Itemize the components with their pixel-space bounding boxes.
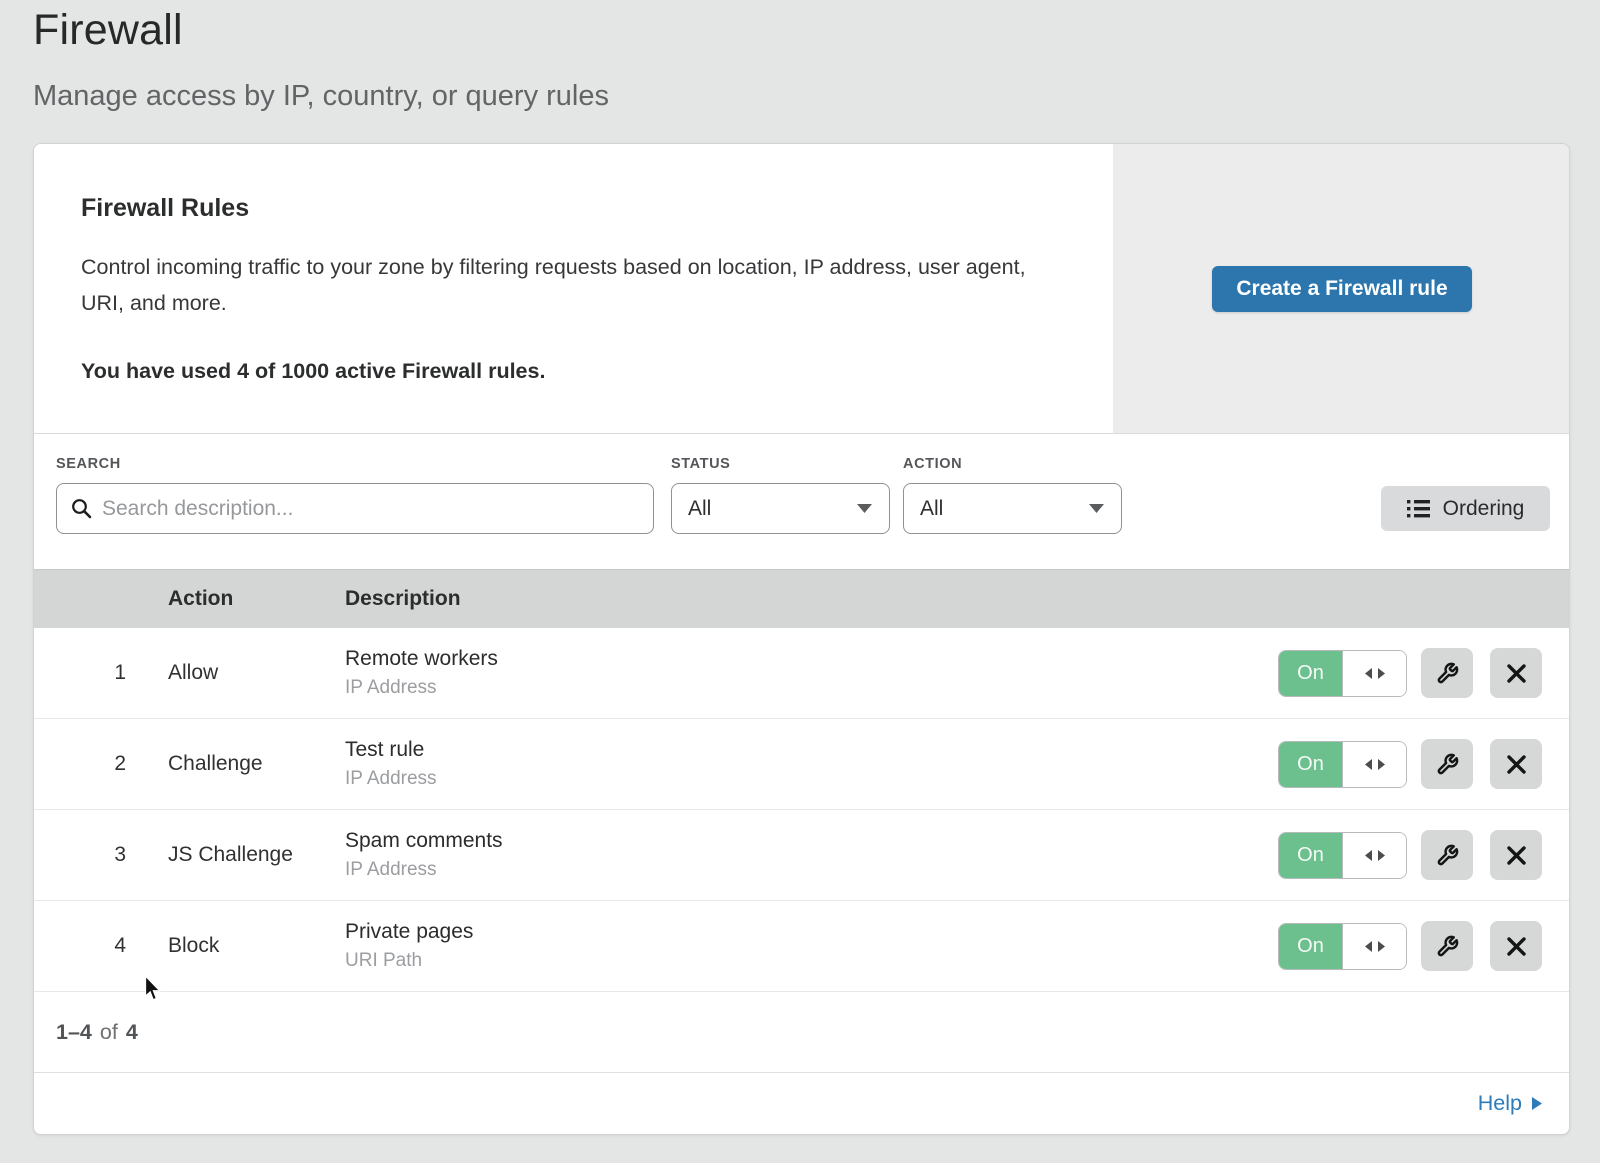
search-label: SEARCH bbox=[56, 456, 121, 472]
rule-description: Spam comments IP Address bbox=[345, 829, 503, 881]
help-link-label: Help bbox=[1478, 1091, 1522, 1116]
rule-action: Challenge bbox=[168, 752, 263, 776]
rule-action: Block bbox=[168, 934, 219, 958]
rule-status-toggle[interactable]: On bbox=[1278, 650, 1407, 697]
rule-match-field: IP Address bbox=[345, 859, 503, 881]
close-icon bbox=[1506, 845, 1527, 866]
rule-status-toggle[interactable]: On bbox=[1278, 832, 1407, 879]
wrench-icon bbox=[1436, 844, 1459, 867]
edit-rule-button[interactable] bbox=[1421, 921, 1473, 971]
edit-rule-button[interactable] bbox=[1421, 739, 1473, 789]
table-row: 4 Block Private pages URI Path On bbox=[34, 901, 1569, 992]
toggle-on-segment[interactable]: On bbox=[1279, 924, 1343, 969]
firewall-rules-card: Firewall Rules Control incoming traffic … bbox=[33, 143, 1570, 1135]
overview-usage-text: You have used 4 of 1000 active Firewall … bbox=[81, 359, 1053, 384]
left-right-arrows-icon bbox=[1364, 758, 1386, 771]
rule-status-toggle[interactable]: On bbox=[1278, 741, 1407, 788]
action-select-value: All bbox=[920, 497, 943, 521]
toggle-drag-handle[interactable] bbox=[1343, 924, 1406, 969]
delete-rule-button[interactable] bbox=[1490, 921, 1542, 971]
rule-status-toggle[interactable]: On bbox=[1278, 923, 1407, 970]
chevron-down-icon bbox=[1088, 503, 1105, 514]
pagination-range: 1–4 bbox=[56, 1020, 92, 1045]
toggle-drag-handle[interactable] bbox=[1343, 833, 1406, 878]
rule-description-title: Spam comments bbox=[345, 829, 503, 853]
status-select-value: All bbox=[688, 497, 711, 521]
edit-rule-button[interactable] bbox=[1421, 648, 1473, 698]
column-header-action: Action bbox=[168, 587, 233, 611]
wrench-icon bbox=[1436, 662, 1459, 685]
edit-rule-button[interactable] bbox=[1421, 830, 1473, 880]
pagination: 1–4 of 4 bbox=[34, 992, 1569, 1073]
card-footer: Help bbox=[34, 1073, 1569, 1133]
left-right-arrows-icon bbox=[1364, 940, 1386, 953]
rule-description: Private pages URI Path bbox=[345, 920, 473, 972]
create-firewall-rule-button[interactable]: Create a Firewall rule bbox=[1212, 266, 1471, 312]
toggle-on-segment[interactable]: On bbox=[1279, 742, 1343, 787]
help-link[interactable]: Help bbox=[1478, 1091, 1543, 1116]
rule-match-field: IP Address bbox=[345, 768, 437, 790]
table-header: Action Description bbox=[34, 569, 1569, 628]
search-field[interactable] bbox=[56, 483, 654, 534]
toggle-on-segment[interactable]: On bbox=[1279, 833, 1343, 878]
rule-description-title: Remote workers bbox=[345, 647, 498, 671]
rule-controls: On bbox=[1278, 739, 1542, 789]
rule-priority: 2 bbox=[96, 752, 126, 776]
close-icon bbox=[1506, 663, 1527, 684]
overview-section: Firewall Rules Control incoming traffic … bbox=[34, 144, 1569, 433]
status-select[interactable]: All bbox=[671, 483, 890, 534]
delete-rule-button[interactable] bbox=[1490, 830, 1542, 880]
ordering-button-label: Ordering bbox=[1443, 497, 1525, 521]
action-select[interactable]: All bbox=[903, 483, 1122, 534]
rule-match-field: URI Path bbox=[345, 950, 473, 972]
close-icon bbox=[1506, 936, 1527, 957]
rule-controls: On bbox=[1278, 830, 1542, 880]
chevron-down-icon bbox=[856, 503, 873, 514]
page-title: Firewall bbox=[33, 6, 183, 55]
action-label: ACTION bbox=[903, 456, 962, 472]
ordering-button[interactable]: Ordering bbox=[1381, 486, 1550, 531]
rule-priority: 1 bbox=[96, 661, 126, 685]
rule-priority: 4 bbox=[96, 934, 126, 958]
overview-text-panel: Firewall Rules Control incoming traffic … bbox=[34, 144, 1113, 433]
wrench-icon bbox=[1436, 753, 1459, 776]
pagination-of-label: of bbox=[100, 1020, 118, 1045]
rule-description: Remote workers IP Address bbox=[345, 647, 498, 699]
rule-description-title: Private pages bbox=[345, 920, 473, 944]
overview-description: Control incoming traffic to your zone by… bbox=[81, 249, 1031, 321]
wrench-icon bbox=[1436, 935, 1459, 958]
overview-heading: Firewall Rules bbox=[81, 194, 1053, 223]
overview-action-panel: Create a Firewall rule bbox=[1113, 144, 1570, 433]
list-ordering-icon bbox=[1407, 499, 1431, 518]
delete-rule-button[interactable] bbox=[1490, 739, 1542, 789]
filter-bar: SEARCH STATUS ACTION All All Orderin bbox=[34, 433, 1569, 569]
rule-action: Allow bbox=[168, 661, 218, 685]
table-row: 2 Challenge Test rule IP Address On bbox=[34, 719, 1569, 810]
table-row: 3 JS Challenge Spam comments IP Address … bbox=[34, 810, 1569, 901]
left-right-arrows-icon bbox=[1364, 849, 1386, 862]
close-icon bbox=[1506, 754, 1527, 775]
rule-action: JS Challenge bbox=[168, 843, 293, 867]
rule-controls: On bbox=[1278, 648, 1542, 698]
status-label: STATUS bbox=[671, 456, 730, 472]
page-subtitle: Manage access by IP, country, or query r… bbox=[33, 80, 609, 113]
column-header-description: Description bbox=[345, 587, 461, 611]
table-row: 1 Allow Remote workers IP Address On bbox=[34, 628, 1569, 719]
pagination-total: 4 bbox=[126, 1020, 138, 1045]
toggle-drag-handle[interactable] bbox=[1343, 651, 1406, 696]
rule-description-title: Test rule bbox=[345, 738, 437, 762]
search-input[interactable] bbox=[102, 497, 639, 521]
arrow-right-icon bbox=[1531, 1096, 1543, 1111]
left-right-arrows-icon bbox=[1364, 667, 1386, 680]
toggle-on-segment[interactable]: On bbox=[1279, 651, 1343, 696]
rule-description: Test rule IP Address bbox=[345, 738, 437, 790]
rule-controls: On bbox=[1278, 921, 1542, 971]
delete-rule-button[interactable] bbox=[1490, 648, 1542, 698]
search-icon bbox=[71, 498, 92, 519]
toggle-drag-handle[interactable] bbox=[1343, 742, 1406, 787]
rule-match-field: IP Address bbox=[345, 677, 498, 699]
rule-priority: 3 bbox=[96, 843, 126, 867]
